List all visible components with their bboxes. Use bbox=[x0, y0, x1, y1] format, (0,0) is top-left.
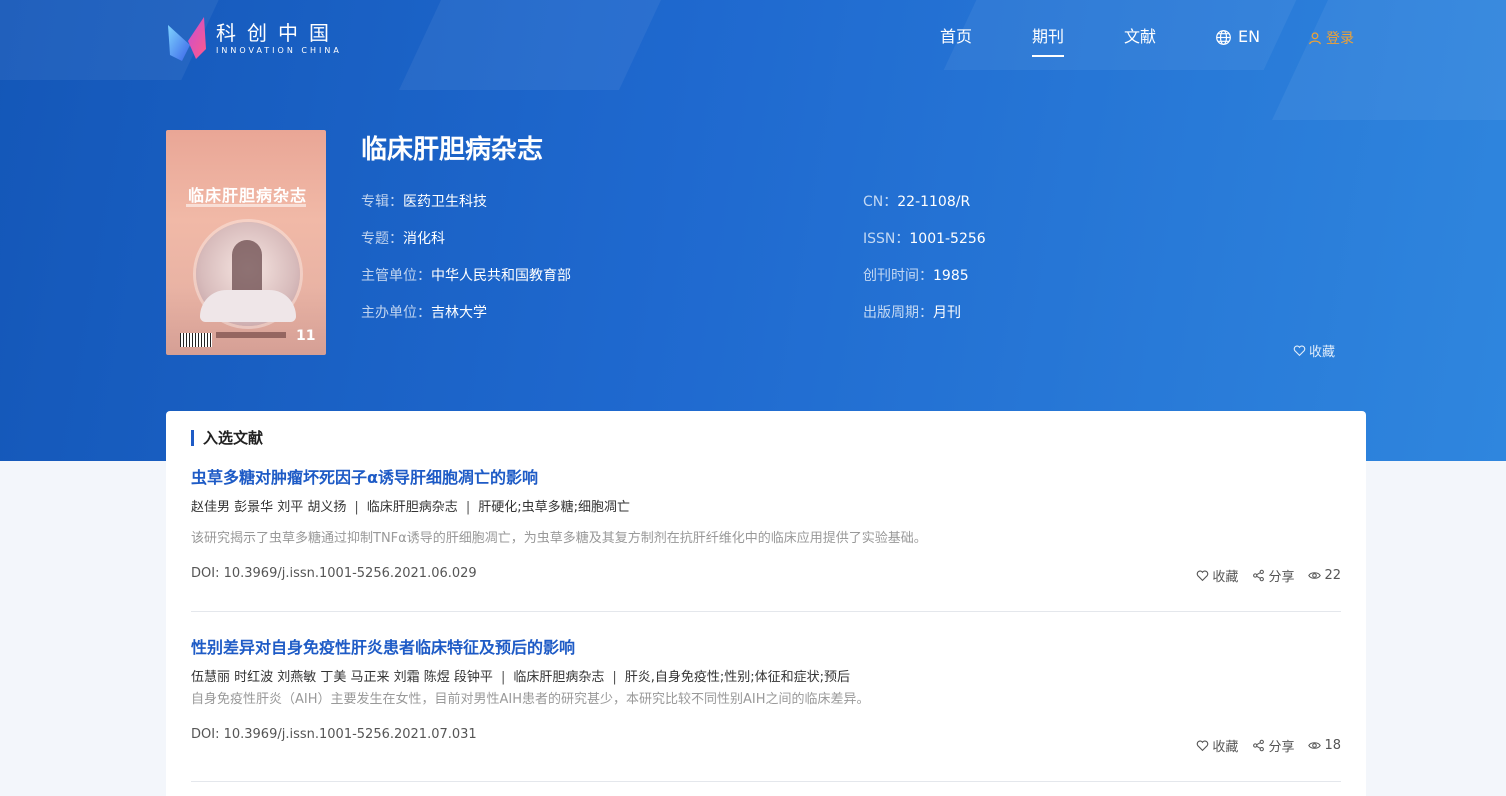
meta-separator: | bbox=[354, 500, 359, 515]
article-item: 性别差异对自身免疫性肝炎患者临床特征及预后的影响 伍慧丽 时红波 刘燕敏 丁美 … bbox=[191, 637, 1341, 782]
nav-home[interactable]: 首页 bbox=[940, 26, 972, 48]
share-label: 分享 bbox=[1268, 570, 1295, 585]
login-button[interactable]: 登录 bbox=[1308, 28, 1354, 48]
article-divider bbox=[191, 781, 1341, 782]
selected-literature-panel: 入选文献 虫草多糖对肿瘤坏死因子α诱导肝细胞凋亡的影响 赵佳男 彭景华 刘平 胡… bbox=[166, 411, 1366, 796]
heart-icon bbox=[1197, 740, 1209, 752]
article-doi: DOI: 10.3969/j.issn.1001-5256.2021.07.03… bbox=[191, 727, 477, 742]
favorite-label: 收藏 bbox=[1212, 740, 1239, 755]
article-meta: 伍慧丽 时红波 刘燕敏 丁美 马正来 刘霜 陈煜 段钟平 | 临床肝胆病杂志 | 肝炎,… bbox=[191, 669, 1341, 687]
article-title[interactable]: 性别差异对自身免疫性肝炎患者临床特征及预后的影响 bbox=[191, 637, 1341, 659]
nav-literature[interactable]: 文献 bbox=[1124, 26, 1156, 48]
meta-separator: | bbox=[465, 500, 471, 515]
eye-icon bbox=[1308, 742, 1322, 749]
field-value: 22-1108/R bbox=[897, 194, 971, 210]
journal-field-frequency: 出版周期：月刊 bbox=[863, 303, 961, 323]
journal-favorite-button[interactable]: 收藏 bbox=[1293, 341, 1335, 360]
logo-text-en: INNOVATION CHINA bbox=[216, 46, 342, 55]
field-label: CN： bbox=[863, 194, 898, 210]
field-label: 主管单位： bbox=[361, 268, 431, 284]
journal-field-issn: ISSN：1001-5256 bbox=[863, 229, 986, 249]
meta-separator: | bbox=[612, 670, 617, 685]
journal-field-supervisor: 主管单位：中华人民共和国教育部 bbox=[361, 266, 571, 286]
article-title[interactable]: 虫草多糖对肿瘤坏死因子α诱导肝细胞凋亡的影响 bbox=[191, 467, 1341, 489]
cover-shell bbox=[200, 290, 296, 322]
nav-journals[interactable]: 期刊 bbox=[1032, 26, 1065, 57]
cover-barcode bbox=[180, 333, 212, 347]
cover-issue-number: 11 bbox=[296, 328, 316, 344]
field-value: 1985 bbox=[933, 268, 969, 284]
field-value: 消化科 bbox=[403, 231, 445, 247]
share-label: 分享 bbox=[1268, 740, 1295, 755]
logo-mark-icon bbox=[168, 17, 206, 61]
article-views: 18 bbox=[1308, 736, 1341, 755]
meta-separator: | bbox=[500, 670, 506, 685]
article-abstract: 自身免疫性肝炎（AIH）主要发生在女性，目前对男性AIH患者的研究甚少，本研究比… bbox=[191, 692, 870, 707]
login-label: 登录 bbox=[1326, 31, 1354, 47]
article-keywords[interactable]: 肝硬化;虫草多糖;细胞凋亡 bbox=[478, 500, 630, 515]
section-title: 入选文献 bbox=[191, 429, 263, 447]
article-actions: 收藏 分享 22 bbox=[1196, 566, 1341, 585]
journal-field-sponsor: 主办单位：吉林大学 bbox=[361, 303, 487, 323]
article-keywords[interactable]: 肝炎,自身免疫性;性别;体征和症状;预后 bbox=[625, 670, 850, 685]
article-doi: DOI: 10.3969/j.issn.1001-5256.2021.06.02… bbox=[191, 566, 477, 581]
field-value: 医药卫生科技 bbox=[403, 194, 487, 210]
favorite-label: 收藏 bbox=[1212, 570, 1239, 585]
globe-icon bbox=[1216, 29, 1231, 45]
article-authors[interactable]: 伍慧丽 时红波 刘燕敏 丁美 马正来 刘霜 陈煜 段钟平 bbox=[191, 670, 493, 685]
article-share-button[interactable]: 分享 bbox=[1252, 566, 1294, 585]
article-actions: 收藏 分享 18 bbox=[1196, 736, 1341, 755]
article-journal[interactable]: 临床肝胆病杂志 bbox=[513, 670, 604, 685]
language-label: EN bbox=[1238, 27, 1261, 46]
field-label: 创刊时间： bbox=[863, 268, 933, 284]
field-label: ISSN： bbox=[863, 231, 910, 247]
field-label: 专辑： bbox=[361, 194, 403, 210]
field-label: 专题： bbox=[361, 231, 403, 247]
heart-icon bbox=[1293, 345, 1306, 357]
eye-icon bbox=[1308, 572, 1322, 579]
field-label: 主办单位： bbox=[361, 305, 431, 321]
article-divider bbox=[191, 611, 1341, 612]
cover-strip bbox=[216, 332, 286, 338]
share-icon bbox=[1253, 739, 1265, 752]
heart-icon bbox=[1197, 570, 1209, 582]
user-icon bbox=[1309, 32, 1321, 45]
article-authors[interactable]: 赵佳男 彭景华 刘平 胡义扬 bbox=[191, 500, 346, 515]
favorite-label: 收藏 bbox=[1309, 345, 1336, 360]
field-value: 吉林大学 bbox=[431, 305, 487, 321]
journal-field-cn: CN：22-1108/R bbox=[863, 192, 970, 212]
article-favorite-button[interactable]: 收藏 bbox=[1196, 566, 1238, 585]
language-switch[interactable]: EN bbox=[1215, 26, 1260, 48]
logo-text-cn: 科创中国 bbox=[216, 21, 340, 45]
banner-decoration bbox=[1272, 0, 1506, 120]
field-value: 中华人民共和国教育部 bbox=[431, 268, 571, 284]
banner-decoration bbox=[399, 0, 661, 90]
journal-field-collection: 专辑：医药卫生科技 bbox=[361, 192, 487, 212]
journal-cover-image: 临床肝胆病杂志 11 bbox=[166, 130, 326, 355]
article-share-button[interactable]: 分享 bbox=[1252, 736, 1294, 755]
article-views: 22 bbox=[1308, 566, 1341, 585]
article-meta: 赵佳男 彭景华 刘平 胡义扬 | 临床肝胆病杂志 | 肝硬化;虫草多糖;细胞凋亡 bbox=[191, 499, 1341, 517]
article-journal[interactable]: 临床肝胆病杂志 bbox=[367, 500, 458, 515]
views-count: 18 bbox=[1324, 738, 1341, 753]
field-value: 月刊 bbox=[933, 305, 961, 321]
share-icon bbox=[1253, 569, 1265, 582]
article-favorite-button[interactable]: 收藏 bbox=[1196, 736, 1238, 755]
field-value: 1001-5256 bbox=[909, 231, 986, 247]
article-abstract: 该研究揭示了虫草多糖通过抑制TNFα诱导的肝细胞凋亡，为虫草多糖及其复方制剂在抗… bbox=[191, 531, 927, 546]
article-item: 虫草多糖对肿瘤坏死因子α诱导肝细胞凋亡的影响 赵佳男 彭景华 刘平 胡义扬 | 临床… bbox=[191, 467, 1341, 612]
cover-subtitle-line bbox=[186, 204, 306, 207]
site-logo[interactable]: 科创中国 INNOVATION CHINA bbox=[166, 14, 342, 64]
views-count: 22 bbox=[1324, 568, 1341, 583]
cover-title: 临床肝胆病杂志 bbox=[188, 186, 308, 205]
journal-field-topic: 专题：消化科 bbox=[361, 229, 445, 249]
field-label: 出版周期： bbox=[863, 305, 933, 321]
journal-title: 临床肝胆病杂志 bbox=[361, 135, 544, 165]
journal-field-founded: 创刊时间：1985 bbox=[863, 266, 969, 286]
